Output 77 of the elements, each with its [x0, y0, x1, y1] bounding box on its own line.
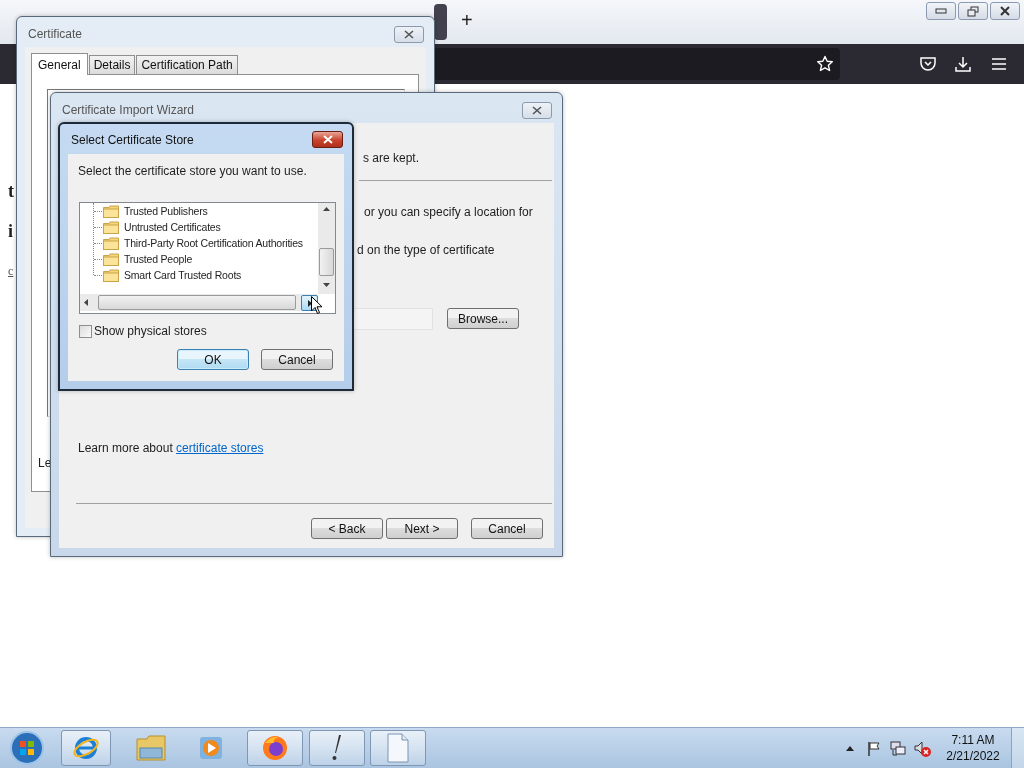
close-icon — [403, 30, 415, 39]
window-title: Certificate — [28, 27, 83, 41]
download-icon[interactable] — [954, 55, 972, 73]
tab[interactable]: Certification Path — [136, 55, 238, 74]
tab[interactable]: General — [31, 53, 88, 75]
tree-item[interactable]: Trusted Publishers — [123, 205, 209, 217]
minimize-button[interactable] — [926, 2, 956, 20]
close-button[interactable] — [312, 131, 343, 148]
new-tab-button[interactable]: + — [461, 9, 473, 32]
folder-icon — [103, 204, 119, 218]
dialog-title: Select Certificate Store — [71, 133, 194, 147]
ok-button[interactable]: OK — [177, 349, 249, 370]
bookmark-star-icon[interactable] — [816, 55, 834, 73]
taskbar-button[interactable] — [309, 730, 365, 766]
browser-globe-icon — [72, 734, 100, 762]
cancel-button[interactable]: Cancel — [471, 518, 543, 539]
folder-icon — [103, 268, 119, 282]
restore-button[interactable] — [958, 2, 988, 20]
back-button[interactable]: < Back — [311, 518, 383, 539]
pocket-icon[interactable] — [919, 55, 937, 73]
store-field[interactable] — [351, 308, 433, 330]
horizontal-scrollbar[interactable] — [80, 294, 318, 311]
description-text: or you can specify a location for — [364, 205, 533, 219]
close-button[interactable] — [990, 2, 1020, 20]
flag-icon[interactable] — [867, 741, 881, 756]
description-text: s are kept. — [363, 151, 420, 165]
learn-more-text: Learn more about certificate stores — [78, 441, 264, 455]
tree-item[interactable]: Untrusted Certificates — [123, 221, 222, 233]
cancel-button[interactable]: Cancel — [261, 349, 333, 370]
vertical-scrollbar[interactable] — [318, 203, 335, 294]
close-button[interactable] — [394, 26, 424, 43]
scroll-left-icon[interactable] — [84, 299, 88, 306]
certificate-stores-link[interactable]: certificate stores — [176, 441, 264, 455]
fox-globe-icon — [260, 733, 290, 763]
next-button[interactable]: Next > — [386, 518, 458, 539]
close-icon — [321, 135, 334, 144]
checkbox-label: Show physical stores — [94, 324, 207, 338]
clock-date: 2/21/2022 — [946, 748, 1000, 764]
browser-tab[interactable] — [434, 4, 447, 40]
media-player-icon[interactable] — [197, 734, 225, 762]
page-heading: i — [8, 221, 13, 242]
scroll-up-icon[interactable] — [323, 207, 330, 211]
prompt-text: Select the certificate store you want to use. — [78, 164, 307, 178]
scroll-thumb[interactable] — [98, 295, 296, 310]
page-link[interactable]: c — [8, 264, 14, 279]
minimize-icon — [935, 8, 947, 14]
tree-item[interactable]: Smart Card Trusted Roots — [123, 269, 243, 281]
window-title: Certificate Import Wizard — [62, 103, 195, 117]
clock-time: 7:11 AM — [951, 732, 995, 748]
speaker-muted-icon[interactable] — [914, 740, 932, 758]
browse-button[interactable]: Browse... — [447, 308, 519, 329]
tree-item[interactable]: Third-Party Root Certification Authorities — [123, 237, 304, 249]
checkbox[interactable] — [79, 324, 92, 338]
tree-item[interactable]: Trusted People — [123, 253, 194, 265]
document-icon — [386, 733, 410, 763]
close-icon — [531, 106, 543, 115]
taskbar-button[interactable] — [247, 730, 303, 766]
exclamation-icon — [330, 733, 344, 763]
folder-icon — [103, 220, 119, 234]
description-text: d on the type of certificate — [357, 243, 495, 257]
clock[interactable]: 7:11 AM 2/21/2022 — [944, 732, 1002, 764]
taskbar-button[interactable] — [370, 730, 426, 766]
folder-icon — [103, 236, 119, 250]
right-arrow-icon — [307, 299, 312, 307]
page-heading: t — [8, 181, 14, 202]
scroll-down-icon[interactable] — [323, 283, 330, 287]
start-button[interactable] — [9, 730, 45, 766]
close-icon — [999, 6, 1011, 16]
restore-icon — [967, 5, 979, 17]
menu-icon[interactable] — [990, 55, 1008, 73]
show-hidden-icons-icon[interactable] — [846, 746, 854, 751]
close-button[interactable] — [522, 102, 552, 119]
taskbar-button[interactable] — [61, 730, 111, 766]
network-icon[interactable] — [890, 741, 906, 757]
tab[interactable]: Details — [88, 55, 136, 74]
folder-icon — [103, 252, 119, 266]
scroll-thumb[interactable] — [319, 248, 334, 276]
